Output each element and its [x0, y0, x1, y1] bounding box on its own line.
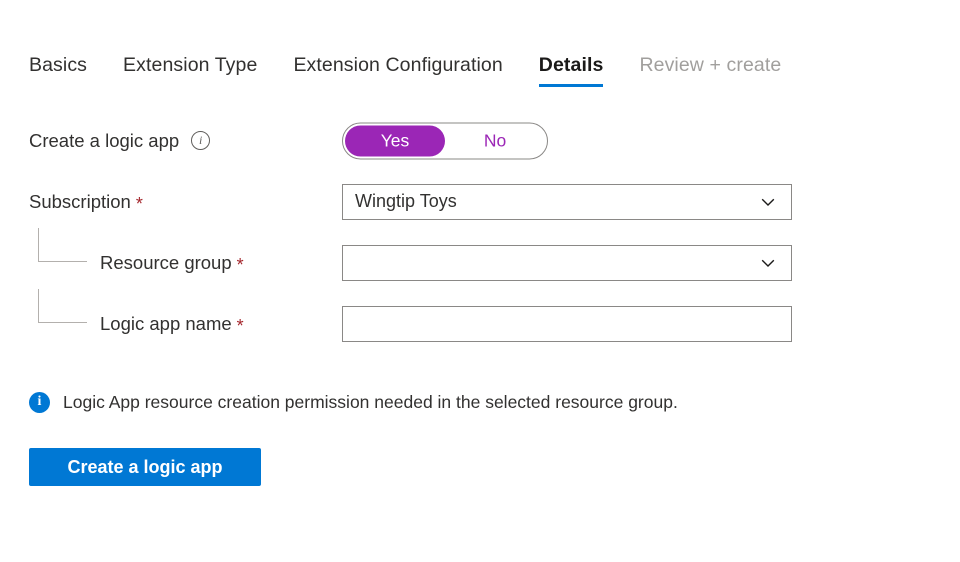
form-row-subscription: Subscription * Wingtip Toys	[0, 171, 960, 232]
resource-group-label-text: Resource group	[100, 251, 232, 275]
subscription-dropdown-wrapper: Wingtip Toys	[342, 184, 792, 220]
create-logic-app-label-text: Create a logic app	[29, 129, 179, 153]
subscription-dropdown[interactable]: Wingtip Toys	[342, 184, 792, 220]
subscription-dropdown-value: Wingtip Toys	[355, 191, 759, 212]
wizard-tab-bar: Basics Extension Type Extension Configur…	[29, 52, 817, 87]
tab-review-create-label: Review + create	[639, 54, 781, 76]
info-circle-outline-icon[interactable]: i	[191, 131, 210, 150]
subscription-required-asterisk: *	[136, 195, 143, 213]
chevron-down-icon[interactable]	[759, 193, 777, 211]
permission-info-bar: i Logic App resource creation permission…	[29, 392, 678, 413]
resource-group-required-asterisk: *	[237, 256, 244, 274]
tab-details[interactable]: Details	[539, 52, 622, 87]
create-logic-app-label: Create a logic app i	[29, 129, 210, 153]
tab-extension-type-label: Extension Type	[123, 54, 257, 76]
form-row-logic-app-name: Logic app name *	[0, 293, 960, 354]
resource-group-dropdown[interactable]	[342, 245, 792, 281]
permission-info-text: Logic App resource creation permission n…	[63, 392, 678, 413]
subscription-label: Subscription *	[29, 190, 143, 214]
form-row-resource-group: Resource group *	[0, 232, 960, 293]
logic-app-name-required-asterisk: *	[237, 317, 244, 335]
tab-review-create[interactable]: Review + create	[639, 52, 799, 87]
tab-extension-configuration-label: Extension Configuration	[293, 54, 502, 76]
tab-extension-type[interactable]: Extension Type	[123, 52, 275, 87]
tree-connector-resource-group	[38, 228, 87, 262]
create-logic-app-button[interactable]: Create a logic app	[29, 448, 261, 486]
create-logic-app-toggle[interactable]: Yes No	[342, 122, 548, 159]
details-form: Create a logic app i Yes No Subscription…	[0, 110, 960, 354]
create-logic-app-toggle-wrapper: Yes No	[342, 122, 548, 159]
toggle-option-yes[interactable]: Yes	[345, 125, 445, 156]
tree-connector-logic-app-name	[38, 289, 87, 323]
tab-details-label: Details	[539, 54, 604, 76]
logic-app-name-label-text: Logic app name	[100, 312, 232, 336]
subscription-label-text: Subscription	[29, 190, 131, 214]
toggle-option-yes-label: Yes	[381, 130, 410, 151]
info-circle-filled-icon: i	[29, 392, 50, 413]
tab-active-underline	[539, 84, 604, 87]
toggle-option-no-label: No	[484, 130, 506, 151]
logic-app-name-label: Logic app name *	[100, 312, 244, 336]
toggle-option-no[interactable]: No	[445, 125, 545, 156]
form-row-create-logic-app: Create a logic app i Yes No	[0, 110, 960, 171]
resource-group-dropdown-wrapper	[342, 245, 792, 281]
logic-app-name-input-wrapper	[342, 306, 792, 342]
chevron-down-icon[interactable]	[759, 254, 777, 272]
tab-extension-configuration[interactable]: Extension Configuration	[293, 52, 520, 87]
resource-group-label: Resource group *	[100, 251, 244, 275]
logic-app-name-input[interactable]	[342, 306, 792, 342]
tab-basics-label: Basics	[29, 54, 87, 76]
tab-basics[interactable]: Basics	[29, 52, 105, 87]
